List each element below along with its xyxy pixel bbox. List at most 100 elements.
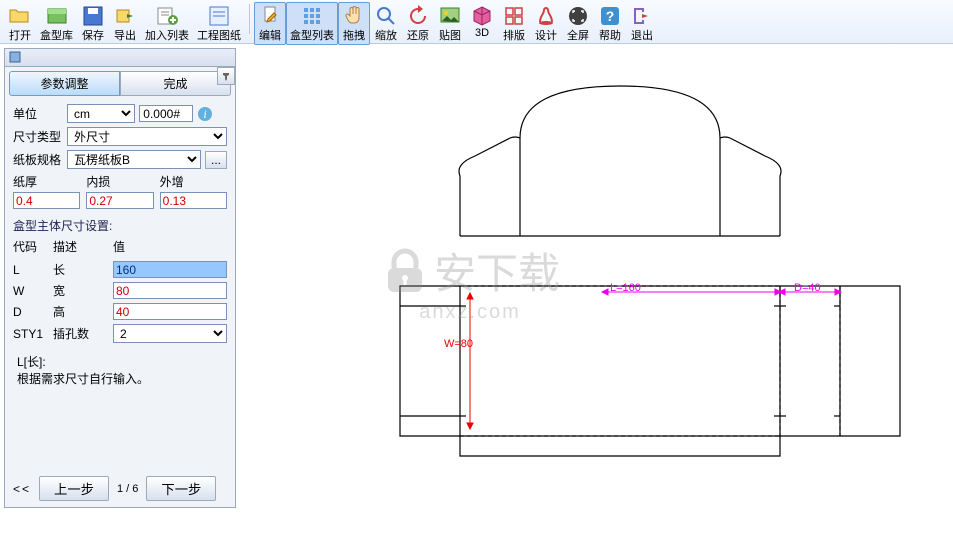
sizetype-label: 尺寸类型 [13,128,67,145]
rewind-button[interactable]: << [13,482,31,496]
outeradd-input[interactable] [160,192,227,209]
height-input[interactable] [113,303,227,320]
toolbar-label: 全屏 [567,27,589,43]
hand-icon [342,4,366,26]
help-icon: ? [598,4,622,26]
toolbar-label: 盒型列表 [290,27,334,43]
innerloss-input[interactable] [86,192,153,209]
table-row: L 长 [13,261,227,278]
desc-cell: 高 [53,303,113,320]
blueprint-icon [207,4,231,26]
explain-text: 根据需求尺寸自行输入。 [17,370,223,387]
table-row: D 高 [13,303,227,320]
fullscreen-icon [566,4,590,26]
edit-button[interactable]: 编辑 [254,2,286,45]
length-input[interactable] [113,261,227,278]
zoom-icon [374,4,398,26]
header-value: 值 [113,238,227,255]
add-list-icon [155,4,179,26]
toolbar-label: 盒型库 [40,27,73,43]
desc-cell: 宽 [53,282,113,299]
layout-button[interactable]: 排版 [498,2,530,45]
toolbar-separator [249,4,250,34]
info-icon[interactable]: i [197,106,213,122]
table-row: STY1 插孔数 2 [13,324,227,343]
slots-select[interactable]: 2 [113,324,227,343]
next-button[interactable]: 下一步 [146,476,216,501]
panel-icon [9,51,21,63]
export-button[interactable]: 导出 [109,2,141,45]
table-header: 代码 描述 值 [13,238,227,255]
page-indicator: 1 / 6 [117,483,138,495]
cube-icon [470,4,494,26]
image-icon [438,4,462,26]
fullscreen-button[interactable]: 全屏 [562,2,594,45]
toolbar-label: 帮助 [599,27,621,43]
toolbar-label: 3D [475,27,489,39]
thickness-label: 纸厚 [13,173,80,190]
table-row: W 宽 [13,282,227,299]
toolbar-label: 退出 [631,27,653,43]
toolbar-label: 导出 [114,27,136,43]
thickness-input[interactable] [13,192,80,209]
unit-label: 单位 [13,105,67,122]
sizetype-select[interactable]: 外尺寸 [67,127,227,146]
unit-select[interactable]: cm [67,104,135,123]
toolbar-label: 编辑 [259,27,281,43]
board-label: 纸板规格 [13,151,67,168]
help-button[interactable]: ? 帮助 [594,2,626,45]
save-icon [81,4,105,26]
board-more-button[interactable]: ... [205,151,227,169]
wizard-nav: << 上一步 1 / 6 下一步 [13,476,227,501]
design-button[interactable]: 设计 [530,2,562,45]
innerloss-label: 内损 [86,173,153,190]
parameter-panel: 参数调整 完成 单位 cm i 尺寸类型 外尺寸 纸板规格 瓦楞纸板B ... … [4,48,236,508]
toolbar-label: 缩放 [375,27,397,43]
grid-icon [300,4,324,26]
zoom-button[interactable]: 缩放 [370,2,402,45]
pushpin-icon [221,71,231,81]
dim-length-label: L=160 [610,282,641,294]
tab-parameters[interactable]: 参数调整 [9,71,120,96]
restore-button[interactable]: 还原 [402,2,434,45]
edit-icon [258,4,282,26]
width-input[interactable] [113,282,227,299]
format-input[interactable] [139,105,193,122]
code-cell: L [13,263,53,277]
tab-done[interactable]: 完成 [120,71,231,96]
toolbar-label: 设计 [535,27,557,43]
code-cell: D [13,305,53,319]
main-toolbar: 打开 盒型库 保存 导出 加入列表 工程图纸 编辑 盒型列表 拖拽 缩放 还原 … [0,0,953,44]
boxlist-button[interactable]: 盒型列表 [286,2,338,45]
svg-text:?: ? [606,8,615,24]
code-cell: W [13,284,53,298]
toolbar-label: 加入列表 [145,27,189,43]
open-button[interactable]: 打开 [4,2,36,45]
toolbar-label: 工程图纸 [197,27,241,43]
exit-button[interactable]: 退出 [626,2,658,45]
header-desc: 描述 [53,238,113,255]
3d-button[interactable]: 3D [466,2,498,41]
toolbar-label: 保存 [82,27,104,43]
box-lib-icon [45,4,69,26]
paste-button[interactable]: 贴图 [434,2,466,45]
explain-title: L[长]: [17,353,223,370]
library-button[interactable]: 盒型库 [36,2,77,45]
drawing-canvas[interactable]: W=80 L=160 D=40 [240,46,951,551]
panel-tabs: 参数调整 完成 [9,71,231,96]
svg-text:i: i [203,107,206,121]
mainsize-title: 盒型主体尺寸设置: [13,217,227,234]
toolbar-label: 拖拽 [343,27,365,43]
panel-titlebar [5,49,235,67]
addlist-button[interactable]: 加入列表 [141,2,193,45]
outeradd-label: 外增 [160,173,227,190]
save-button[interactable]: 保存 [77,2,109,45]
drag-button[interactable]: 拖拽 [338,2,370,45]
prev-button[interactable]: 上一步 [39,476,109,501]
dim-width-label: W=80 [444,338,473,350]
toolbar-label: 贴图 [439,27,461,43]
engineering-button[interactable]: 工程图纸 [193,2,245,45]
board-select[interactable]: 瓦楞纸板B [67,150,201,169]
dim-depth-label: D=40 [794,282,821,294]
panel-collapse-button[interactable] [217,67,235,85]
